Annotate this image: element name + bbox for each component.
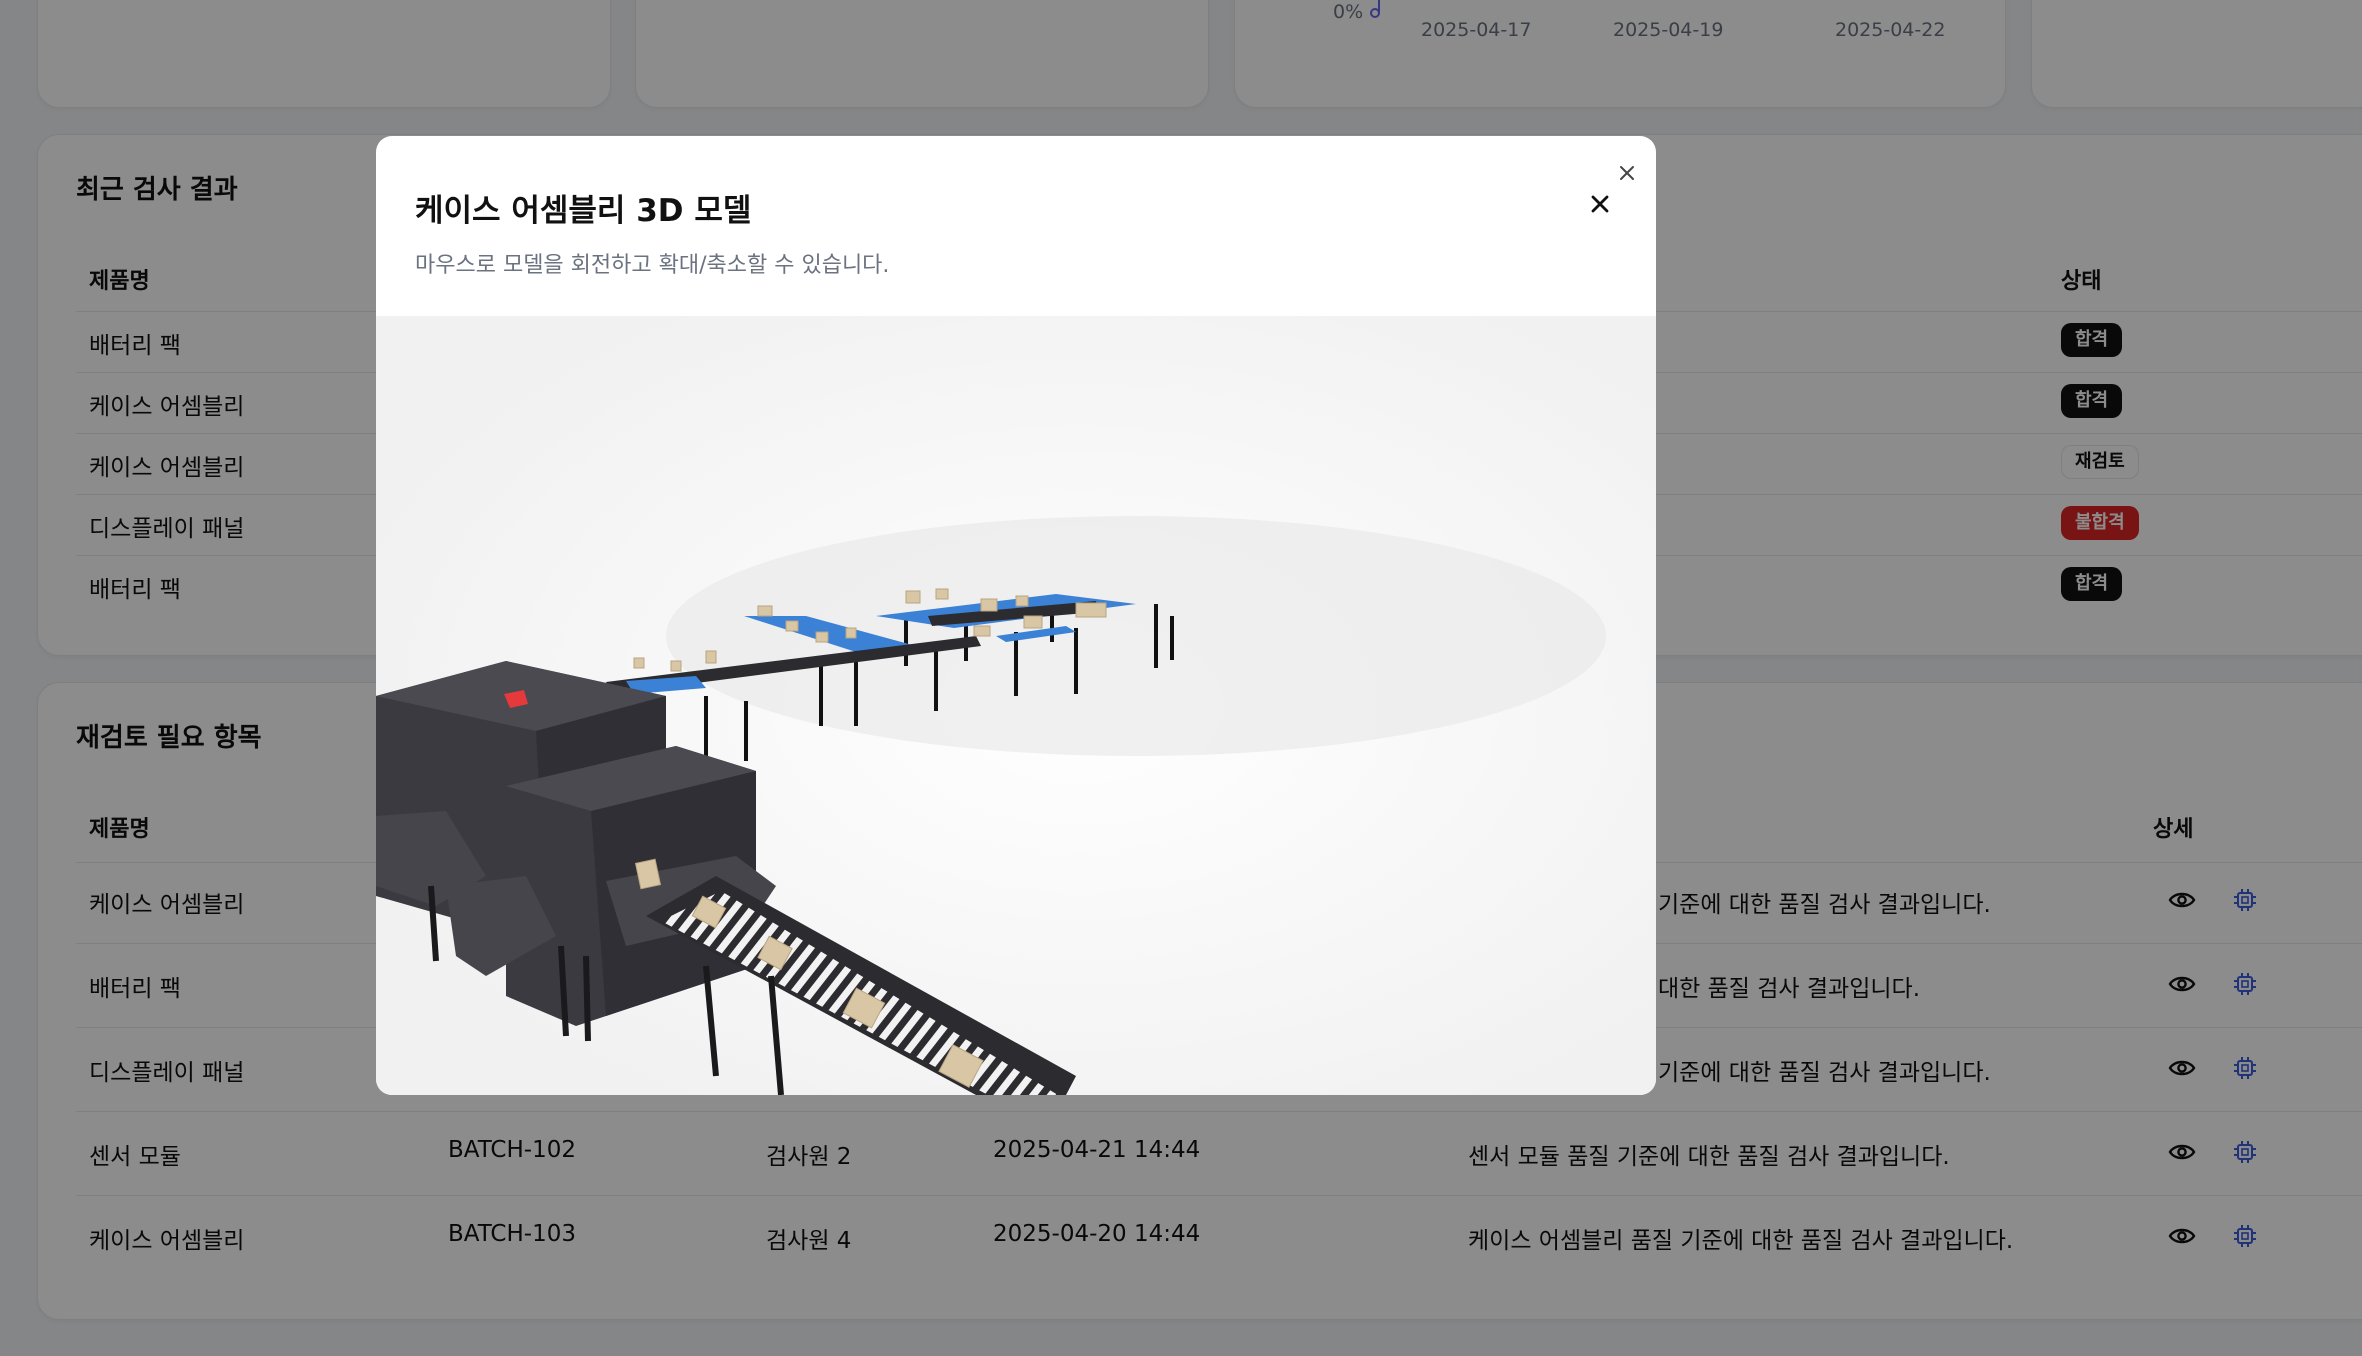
- dialog-description: 마우스로 모델을 회전하고 확대/축소할 수 있습니다.: [415, 253, 890, 278]
- close-button[interactable]: [1582, 186, 1618, 222]
- 3d-model-canvas[interactable]: [376, 316, 1656, 1095]
- model-viewer-dialog: 케이스 어셈블리 3D 모델 마우스로 모델을 회전하고 확대/축소할 수 있습…: [376, 136, 1656, 1095]
- close-icon[interactable]: [1612, 158, 1642, 188]
- factory-3d-scene: [376, 316, 1656, 1095]
- dialog-title: 케이스 어셈블리 3D 모델: [415, 193, 752, 229]
